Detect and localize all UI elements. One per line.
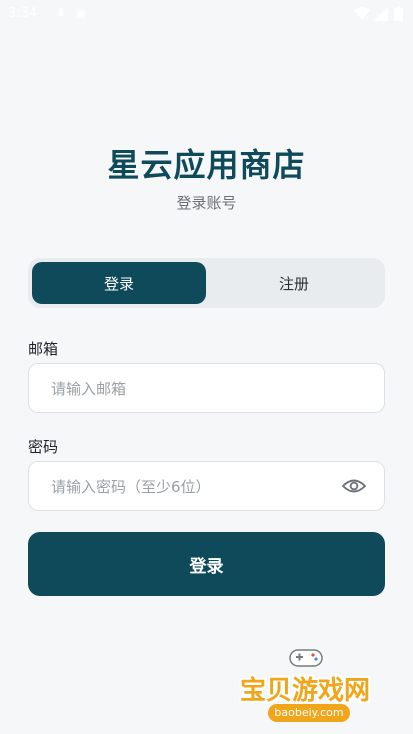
auth-tabs: 登录 注册 xyxy=(28,258,385,308)
watermark-brand: 宝贝游戏网 xyxy=(240,676,371,706)
status-bar: 3:34 ⬇ ▣ xyxy=(0,0,413,28)
email-label: 邮箱 xyxy=(28,340,59,358)
eye-icon[interactable] xyxy=(342,476,366,496)
tab-register[interactable]: 注册 xyxy=(207,262,381,304)
page-subtitle: 登录账号 xyxy=(176,194,237,212)
gamepad-icon xyxy=(289,649,323,667)
wifi-icon xyxy=(354,7,370,20)
download-icon: ⬇ xyxy=(56,6,67,20)
media-icon: ▣ xyxy=(76,6,88,20)
password-label: 密码 xyxy=(28,438,59,456)
watermark-url: baobeiy.com xyxy=(268,704,350,722)
password-field[interactable] xyxy=(49,462,333,512)
watermark: 宝贝游戏网 baobeiy.com xyxy=(232,640,382,730)
login-button[interactable]: 登录 xyxy=(28,532,385,596)
app-title: 星云应用商店 xyxy=(107,146,306,184)
email-field-box xyxy=(28,363,385,414)
status-time: 3:34 xyxy=(8,6,38,21)
signal-icon xyxy=(374,7,388,21)
email-field[interactable] xyxy=(49,364,333,414)
password-field-box xyxy=(28,461,385,512)
tab-login[interactable]: 登录 xyxy=(32,262,206,304)
battery-icon xyxy=(394,6,403,21)
